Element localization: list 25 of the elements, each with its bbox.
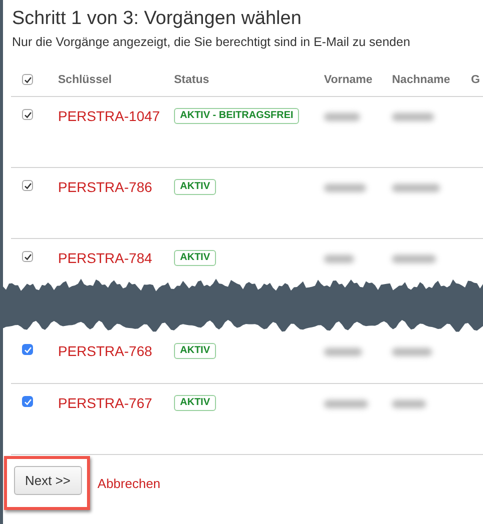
row-checkbox[interactable] xyxy=(22,344,33,355)
page-subtitle: Nur die Vorgänge angezeigt, die Sie berechtigt sind in E-Mail zu senden xyxy=(12,34,412,50)
status-badge: AKTIV xyxy=(174,250,216,266)
column-header: Vorname xyxy=(324,73,374,88)
row-checkbox[interactable] xyxy=(22,180,33,191)
issue-key-link[interactable]: PERSTRA-1047 xyxy=(58,107,174,125)
row-checkbox[interactable] xyxy=(22,396,33,407)
column-header: G xyxy=(471,73,481,88)
status-badge: AKTIV - BEITRAGSFREI xyxy=(174,108,300,124)
row-checkbox[interactable] xyxy=(22,109,33,120)
column-header: Nachname xyxy=(392,73,452,88)
page-title: Schritt 1 von 3: Vorgängen wählen xyxy=(12,7,302,31)
status-badge: AKTIV xyxy=(174,343,216,359)
issue-key-link[interactable]: PERSTRA-768 xyxy=(58,342,174,360)
issue-key-link[interactable]: PERSTRA-786 xyxy=(58,178,174,196)
row-checkbox[interactable] xyxy=(22,251,33,262)
column-header: Schlüssel xyxy=(58,73,113,88)
next-button[interactable]: Next >> xyxy=(14,466,82,495)
status-badge: AKTIV xyxy=(174,179,216,195)
issue-key-link[interactable]: PERSTRA-784 xyxy=(58,249,174,267)
column-header: Status xyxy=(174,73,210,88)
status-badge: AKTIV xyxy=(174,395,216,411)
cancel-link[interactable]: Abbrechen xyxy=(98,476,160,490)
issue-key-link[interactable]: PERSTRA-767 xyxy=(58,394,174,412)
select-all-checkbox[interactable] xyxy=(22,74,33,85)
